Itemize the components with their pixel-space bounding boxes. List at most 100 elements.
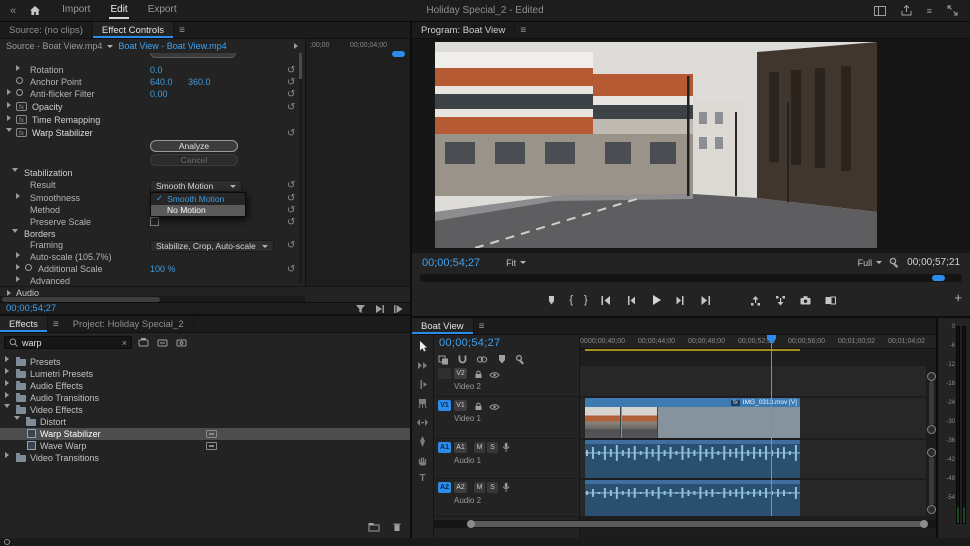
delete-custom-item-icon[interactable] [392, 522, 402, 532]
new-custom-bin-icon[interactable] [368, 522, 380, 532]
video-tracks-scrollbar[interactable] [929, 381, 934, 425]
timeline-settings-icon[interactable] [515, 354, 526, 365]
tree-item-audio-effects[interactable]: Audio Effects [0, 380, 410, 392]
add-marker-icon[interactable] [496, 354, 507, 365]
type-tool[interactable]: T [419, 473, 425, 484]
step-forward-icon[interactable] [674, 294, 688, 307]
export-frame-icon[interactable] [799, 294, 813, 307]
tree-item-warp-stabilizer[interactable]: Warp Stabilizer [0, 428, 410, 440]
video-clip-img0313[interactable]: fx IMG_0313.mov [V] [585, 398, 800, 438]
reset-icon[interactable]: ↺ [287, 89, 295, 100]
scrollbar-thumb[interactable] [470, 521, 925, 527]
source-patch-v2[interactable] [438, 368, 451, 379]
track-target-v1[interactable]: V1 [454, 400, 467, 411]
twirl-closed-icon[interactable] [16, 193, 20, 199]
effect-label[interactable]: Warp Stabilizer [32, 128, 93, 139]
reset-icon[interactable]: ↺ [287, 205, 295, 216]
panel-menu-icon[interactable]: ≡ [174, 22, 190, 38]
twirl-open-icon[interactable] [6, 128, 12, 132]
panel-menu-icon[interactable]: ≡ [515, 22, 531, 38]
twirl-closed-icon[interactable] [5, 380, 9, 386]
twirl-closed-icon[interactable] [16, 276, 20, 282]
reset-icon[interactable]: ↺ [287, 193, 295, 204]
accelerated-effects-filter-icon[interactable] [138, 337, 149, 347]
track-name[interactable]: Audio 2 [454, 496, 481, 505]
button-editor-plus[interactable]: + [954, 290, 962, 305]
rotation-value[interactable]: 0.0 [150, 65, 163, 76]
effect-label[interactable]: Opacity [32, 102, 63, 113]
tree-item-presets[interactable]: Presets [0, 356, 410, 368]
twirl-closed-icon[interactable] [16, 65, 20, 71]
cancel-button[interactable]: Cancel [150, 154, 238, 166]
ripple-edit-tool[interactable] [416, 378, 429, 391]
home-icon[interactable] [29, 5, 41, 16]
value-slider[interactable] [150, 53, 236, 58]
tree-item-wave-warp[interactable]: Wave Warp [0, 440, 410, 452]
panel-menu-icon[interactable]: ≡ [48, 316, 64, 332]
twirl-open-icon[interactable] [4, 404, 10, 408]
panel-menu-icon[interactable]: ≡ [474, 318, 490, 334]
menu-item-no-motion[interactable]: No Motion [151, 205, 245, 217]
tab-effects[interactable]: Effects [0, 316, 48, 332]
selection-tool[interactable] [416, 340, 429, 353]
step-back-icon[interactable] [624, 294, 638, 307]
mute-button[interactable]: M [474, 442, 485, 453]
twirl-open-icon[interactable] [12, 229, 18, 233]
twirl-closed-icon[interactable] [7, 102, 11, 108]
reset-icon[interactable]: ↺ [287, 65, 295, 76]
twirl-closed-icon[interactable] [5, 392, 9, 398]
stopwatch-icon[interactable] [25, 264, 32, 271]
reset-icon[interactable]: ↺ [287, 77, 295, 88]
lift-icon[interactable] [749, 294, 763, 307]
pen-tool[interactable] [416, 435, 429, 448]
tab-effect-controls[interactable]: Effect Controls [93, 22, 174, 38]
source-patch-v1[interactable]: V1 [438, 400, 451, 411]
voiceover-mic-icon[interactable] [502, 482, 510, 493]
stopwatch-icon[interactable] [16, 77, 23, 84]
comparison-view-icon[interactable] [824, 294, 838, 307]
effect-label[interactable]: Time Remapping [32, 115, 100, 126]
tree-item-distort[interactable]: Distort [0, 416, 410, 428]
fit-dropdown[interactable]: Fit [506, 258, 526, 268]
program-scrubber[interactable] [420, 274, 962, 282]
track-output-eye-icon[interactable] [489, 371, 500, 379]
fullscreen-icon[interactable] [947, 5, 958, 16]
playback-resolution-dropdown[interactable]: Full [858, 258, 883, 268]
loop-playback-icon[interactable] [393, 304, 404, 314]
razor-tool[interactable] [416, 397, 429, 410]
twirl-open-icon[interactable] [12, 168, 18, 172]
tab-sequence-boat-view[interactable]: Boat View [412, 318, 474, 334]
voiceover-mic-icon[interactable] [502, 442, 510, 453]
analyze-button[interactable]: Analyze [150, 140, 238, 152]
hand-tool[interactable] [416, 454, 429, 467]
tab-program-monitor[interactable]: Program: Boat View [412, 22, 515, 38]
sync-lock-icon[interactable] [474, 402, 483, 411]
stopwatch-icon[interactable] [16, 89, 23, 96]
tab-export[interactable]: Export [147, 2, 178, 19]
track-output-eye-icon[interactable] [489, 403, 500, 411]
source-patch-a1[interactable]: A1 [438, 442, 451, 453]
clear-search-icon[interactable]: × [122, 338, 127, 348]
twirl-closed-icon[interactable] [7, 115, 11, 121]
effects-search-box[interactable]: × [4, 336, 132, 349]
go-to-out-icon[interactable] [699, 294, 713, 307]
twirl-closed-icon[interactable] [5, 452, 9, 458]
yuv-effects-filter-icon[interactable] [176, 337, 187, 347]
result-dropdown[interactable]: Smooth Motion [150, 180, 242, 192]
reset-icon[interactable]: ↺ [287, 264, 295, 275]
solo-button[interactable]: S [487, 442, 498, 453]
track-target-a2[interactable]: A2 [454, 482, 467, 493]
ec-timecode[interactable]: 00;00;54;27 [6, 303, 56, 314]
track-name[interactable]: Video 1 [454, 414, 481, 423]
reset-icon[interactable]: ↺ [287, 217, 295, 228]
zoom-handle-right[interactable] [920, 520, 928, 528]
audio-clip-a1[interactable] [585, 440, 800, 478]
snap-icon[interactable] [457, 354, 468, 365]
track-name[interactable]: Audio 1 [454, 456, 481, 465]
search-input[interactable] [22, 338, 106, 348]
track-select-tool[interactable] [416, 359, 429, 372]
tree-item-video-effects[interactable]: Video Effects [0, 404, 410, 416]
nest-insert-icon[interactable] [438, 354, 449, 365]
antiflicker-value[interactable]: 0.00 [150, 89, 168, 100]
additional-scale-value[interactable]: 100 % [150, 264, 176, 275]
